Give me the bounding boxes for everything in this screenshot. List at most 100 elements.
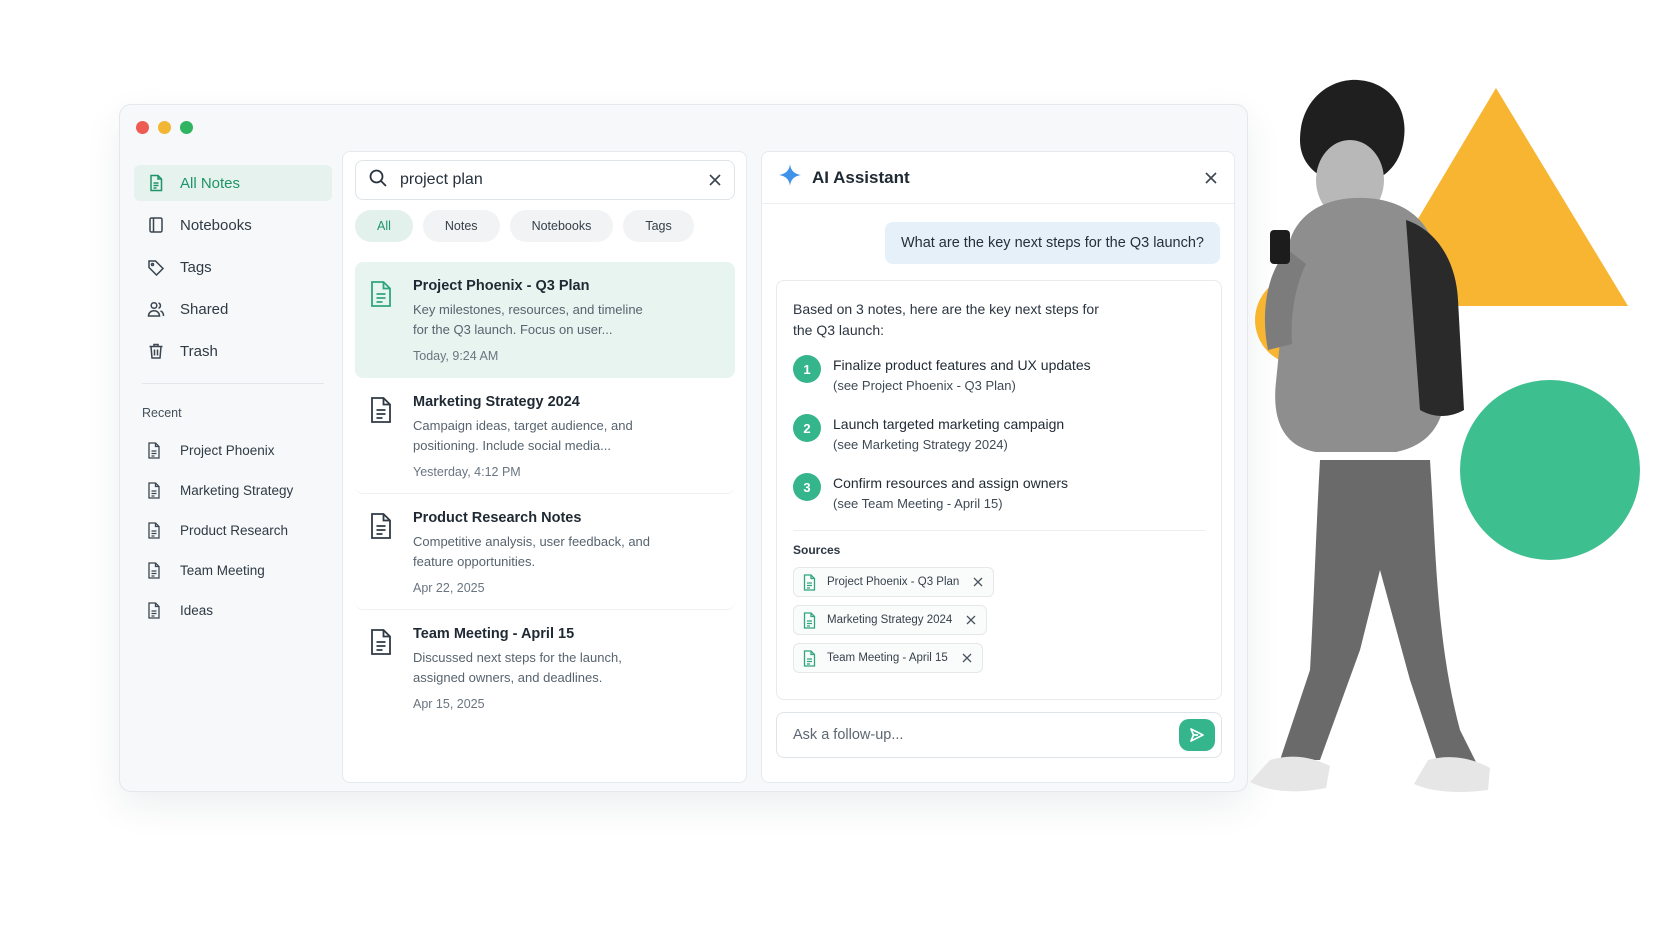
note-date: Yesterday, 4:12 PM <box>413 465 521 479</box>
filter-chips: All Notes Notebooks Tags <box>355 210 694 242</box>
recent-item-label: Product Research <box>180 522 289 538</box>
clear-search-button[interactable] <box>708 173 722 187</box>
note-content: Project Phoenix - Q3 Plan Key milestones… <box>413 278 658 363</box>
ai-header: AI Assistant <box>762 152 1234 204</box>
close-ai-panel-button[interactable] <box>1204 171 1218 185</box>
filter-notebooks[interactable]: Notebooks <box>509 210 614 242</box>
search-input[interactable] <box>400 171 708 189</box>
note-content: Marketing Strategy 2024 Campaign ideas, … <box>413 394 658 479</box>
document-icon <box>146 441 164 459</box>
window-maximize-button[interactable] <box>180 121 193 134</box>
document-icon <box>146 601 164 619</box>
recent-item-marketing-strategy[interactable]: Marketing Strategy <box>134 470 332 510</box>
source-chip-team-meeting[interactable]: Team Meeting - April 15 <box>793 643 983 673</box>
filter-all[interactable]: All <box>355 210 413 242</box>
search-icon <box>368 168 388 193</box>
source-chip-marketing-strategy[interactable]: Marketing Strategy 2024 <box>793 605 988 635</box>
window-minimize-button[interactable] <box>158 121 171 134</box>
document-icon <box>146 521 164 539</box>
tag-icon <box>146 257 166 277</box>
note-item-marketing-strategy[interactable]: Marketing Strategy 2024 Campaign ideas, … <box>355 378 735 494</box>
sources-divider <box>793 530 1205 531</box>
recent-item-product-research[interactable]: Product Research <box>134 510 332 550</box>
people-icon <box>146 299 166 319</box>
note-title: Marketing Strategy 2024 <box>413 394 580 410</box>
sidebar-item-label: Trash <box>180 342 218 360</box>
follow-up-input[interactable] <box>793 727 1179 743</box>
source-label: Project Phoenix - Q3 Plan <box>827 576 960 588</box>
note-item-product-research[interactable]: Product Research Notes Competitive analy… <box>355 494 735 610</box>
step-reference: (see Project Phoenix - Q3 Plan) <box>833 378 1016 393</box>
document-icon <box>146 561 164 579</box>
sidebar-item-notebooks[interactable]: Notebooks <box>134 207 332 243</box>
note-snippet: Competitive analysis, user feedback, and… <box>413 534 651 569</box>
recent-item-label: Marketing Strategy <box>180 482 294 498</box>
step-number: 1 <box>793 355 821 383</box>
notebook-icon <box>146 215 166 235</box>
step-number: 2 <box>793 414 821 442</box>
filter-tags[interactable]: Tags <box>623 210 694 242</box>
sidebar-item-label: Notebooks <box>180 216 252 234</box>
decorative-circle <box>1460 380 1640 560</box>
note-item-project-phoenix[interactable]: Project Phoenix - Q3 Plan Key milestones… <box>355 262 735 378</box>
note-title: Product Research Notes <box>413 510 582 526</box>
sidebar-item-label: All Notes <box>180 174 241 192</box>
recent-heading: Recent <box>142 406 182 420</box>
step-item: 2 Launch targeted marketing campaign (se… <box>793 414 1205 455</box>
note-list: Project Phoenix - Q3 Plan Key milestones… <box>355 262 735 725</box>
recent-item-ideas[interactable]: Ideas <box>134 590 332 630</box>
remove-source-icon[interactable] <box>966 615 976 625</box>
sidebar-item-label: Shared <box>180 300 229 318</box>
sidebar-item-trash[interactable]: Trash <box>134 333 332 369</box>
sidebar-item-label: Tags <box>180 258 212 276</box>
window-controls <box>136 121 193 134</box>
step-content: Finalize product features and UX updates… <box>833 355 1091 396</box>
sidebar-item-shared[interactable]: Shared <box>134 291 332 327</box>
sources-heading: Sources <box>793 543 841 557</box>
document-icon <box>369 626 397 711</box>
search-bar <box>355 160 735 200</box>
note-content: Product Research Notes Competitive analy… <box>413 510 658 595</box>
send-button[interactable] <box>1179 719 1215 751</box>
sidebar-item-all-notes[interactable]: All Notes <box>134 165 332 201</box>
note-title: Team Meeting - April 15 <box>413 626 575 642</box>
document-icon <box>369 278 397 363</box>
ai-assistant-panel: AI Assistant What are the key next steps… <box>761 151 1235 783</box>
recent-item-label: Project Phoenix <box>180 442 275 458</box>
ai-answer-card: Based on 3 notes, here are the key next … <box>776 280 1222 700</box>
recent-item-label: Team Meeting <box>180 562 265 578</box>
step-content: Confirm resources and assign owners (see… <box>833 473 1068 514</box>
document-icon <box>146 481 164 499</box>
step-item: 1 Finalize product features and UX updat… <box>793 355 1205 396</box>
document-icon <box>802 649 817 667</box>
recent-item-label: Ideas <box>180 602 214 618</box>
remove-source-icon[interactable] <box>962 653 972 663</box>
window-close-button[interactable] <box>136 121 149 134</box>
recent-item-project-phoenix[interactable]: Project Phoenix <box>134 430 332 470</box>
document-icon <box>802 573 817 591</box>
note-snippet: Discussed next steps for the launch, ass… <box>413 650 622 685</box>
recent-item-team-meeting[interactable]: Team Meeting <box>134 550 332 590</box>
note-date: Apr 15, 2025 <box>413 697 485 711</box>
step-title: Launch targeted marketing campaign <box>833 416 1065 432</box>
note-item-team-meeting[interactable]: Team Meeting - April 15 Discussed next s… <box>355 610 735 725</box>
filter-notes[interactable]: Notes <box>422 210 500 242</box>
note-snippet: Campaign ideas, target audience, and pos… <box>413 418 633 453</box>
note-content: Team Meeting - April 15 Discussed next s… <box>413 626 658 711</box>
source-chip-project-phoenix[interactable]: Project Phoenix - Q3 Plan <box>793 567 995 597</box>
step-item: 3 Confirm resources and assign owners (s… <box>793 473 1205 514</box>
sidebar-item-tags[interactable]: Tags <box>134 249 332 285</box>
sparkle-icon <box>778 163 802 192</box>
app-window: All Notes Notebooks Tags Shared Trash Re… <box>119 104 1248 792</box>
close-icon <box>1205 171 1217 184</box>
remove-source-icon[interactable] <box>973 577 983 587</box>
document-icon <box>369 510 397 595</box>
hero-illustration <box>1250 79 1640 792</box>
step-reference: (see Marketing Strategy 2024) <box>833 437 1008 452</box>
trash-icon <box>146 341 166 361</box>
step-reference: (see Team Meeting - April 15) <box>833 496 1003 511</box>
send-icon <box>1190 728 1204 742</box>
ai-title: AI Assistant <box>812 167 910 187</box>
note-snippet: Key milestones, resources, and timeline … <box>413 302 643 337</box>
sidebar-divider <box>142 383 324 384</box>
